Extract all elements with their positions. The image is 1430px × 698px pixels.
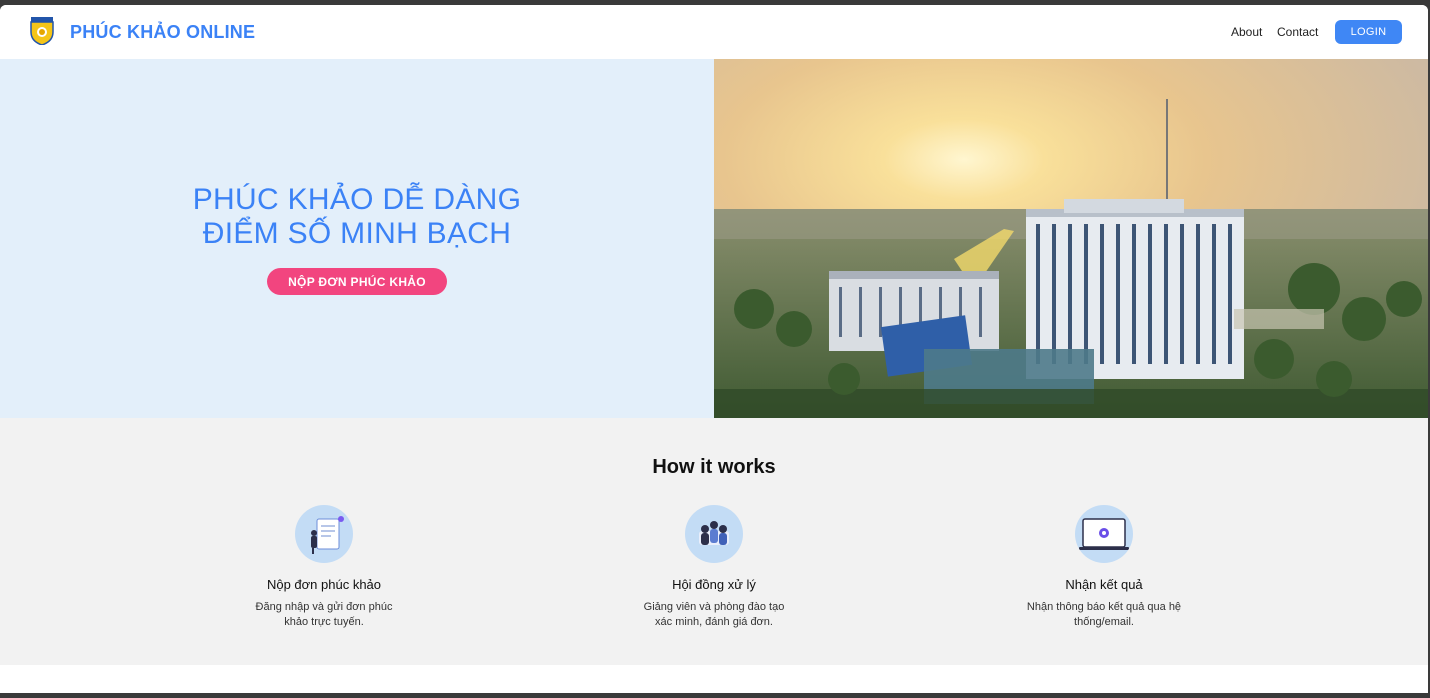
brand-title[interactable]: PHÚC KHẢO ONLINE	[70, 22, 255, 43]
step-description: Giảng viên và phòng đào tạo xác minh, đá…	[643, 601, 785, 628]
login-button[interactable]: LOGIN	[1335, 20, 1402, 44]
hero-panel: PHÚC KHẢO DỄ DÀNG ĐIỂM SỐ MINH BẠCH NỘP …	[0, 59, 714, 418]
submit-appeal-button[interactable]: NỘP ĐƠN PHÚC KHẢO	[267, 268, 447, 295]
browser-viewport: PHÚC KHẢO ONLINE About Contact LOGIN PHÚ…	[0, 5, 1428, 693]
campus-image	[714, 59, 1428, 418]
nav-contact-link[interactable]: Contact	[1277, 25, 1318, 39]
step-submit: Nộp đơn phúc khảo Đăng nhập và gửi đơn p…	[214, 505, 434, 630]
hero-title-line1: PHÚC KHẢO DỄ DÀNG	[192, 183, 522, 216]
hero-title: PHÚC KHẢO DỄ DÀNG ĐIỂM SỐ MINH BẠCH	[0, 183, 714, 251]
step-title: Hội đồng xử lý	[672, 577, 756, 592]
top-navbar: PHÚC KHẢO ONLINE About Contact LOGIN	[0, 5, 1428, 59]
step-description: Đăng nhập và gửi đơn phúc khảo trực tuyế…	[255, 601, 393, 628]
step-title: Nhận kết quả	[1065, 577, 1143, 592]
laptop-result-icon	[1075, 505, 1133, 563]
section-title: How it works	[652, 456, 776, 478]
campus-photo	[714, 59, 1428, 418]
step-description: Nhận thông báo kết quả qua hệ thống/emai…	[1026, 601, 1182, 628]
how-it-works-section: How it works Nộp đơn phúc khảo Đăng nhập…	[0, 418, 1428, 665]
step-title: Nộp đơn phúc khảo	[266, 577, 382, 592]
meeting-group-icon	[685, 505, 743, 563]
hero-title-line2: ĐIỂM SỐ MINH BẠCH	[202, 217, 512, 250]
document-person-icon	[295, 505, 353, 563]
step-review: Hội đồng xử lý Giảng viên và phòng đào t…	[604, 505, 824, 630]
nav-about-link[interactable]: About	[1231, 25, 1262, 39]
page-footer	[0, 665, 1428, 693]
step-result: Nhận kết quả Nhận thông báo kết quả qua …	[994, 505, 1214, 630]
university-logo[interactable]	[30, 17, 54, 45]
